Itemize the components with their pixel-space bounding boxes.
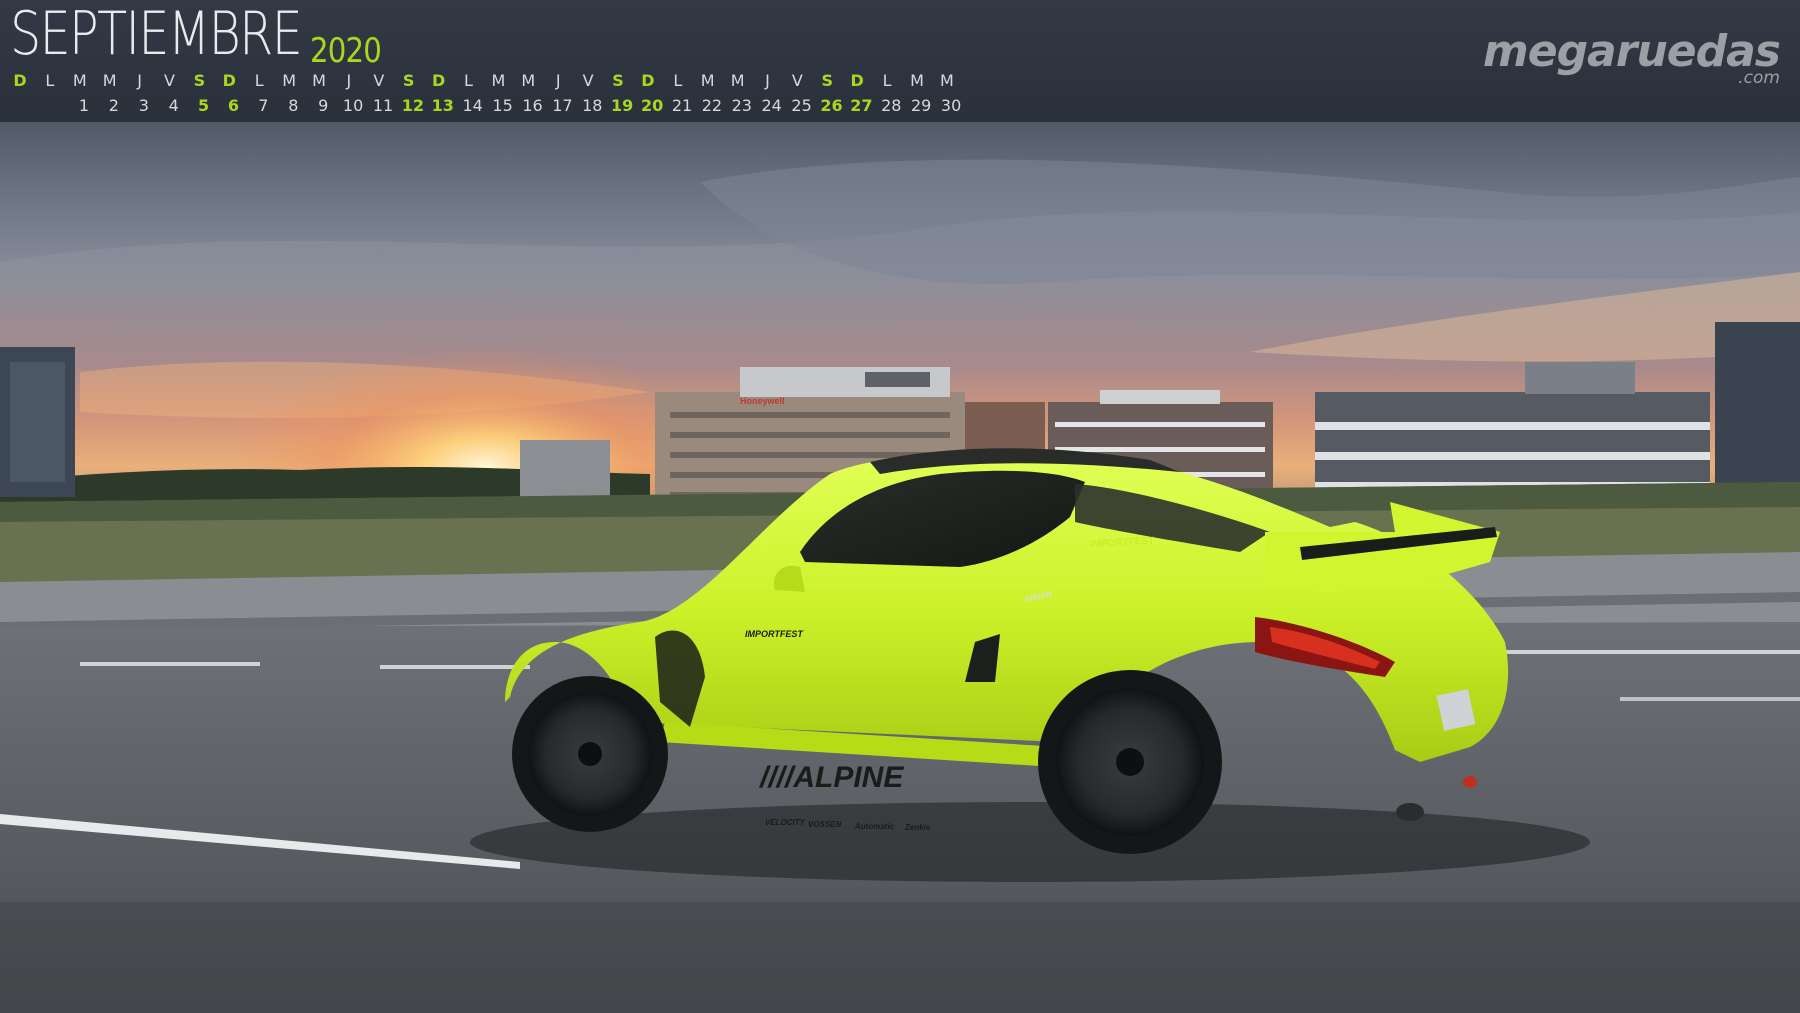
weekday-letter: L (45, 71, 55, 90)
lane-marking (1500, 650, 1800, 654)
weekday-letter: L (464, 71, 473, 90)
weekday-letter: L (673, 71, 683, 90)
weekday-letter: J (346, 71, 352, 90)
calendar-day: 29 (911, 96, 932, 115)
calendar-day: 9 (318, 96, 329, 115)
calendar-day: 25 (791, 96, 812, 115)
calendar-day: 14 (462, 96, 483, 115)
weekday-letter: S (402, 71, 415, 90)
calendar-day: 26 (820, 96, 843, 115)
weekday-letter: V (373, 71, 385, 90)
weekday-letter: M (312, 71, 326, 90)
car-photo: Honeywell ////ALPINE IMPORTFEST ADVAN IM… (0, 122, 1800, 1013)
calendar-day: 7 (258, 96, 269, 115)
calendar-day: 13 (431, 96, 454, 115)
sponsor-decal-door: IMPORTFEST (745, 629, 804, 639)
calendar-day: 15 (492, 96, 513, 115)
weekday-letter: D (641, 71, 655, 90)
lane-marking (380, 665, 530, 669)
weekday-letter: M (491, 71, 506, 90)
weekday-letter: D (222, 71, 236, 90)
calendar-day: 20 (640, 96, 664, 115)
weekday-letter: J (137, 71, 142, 90)
calendar-day: 16 (522, 96, 543, 115)
weekday-letter: J (555, 71, 561, 90)
calendar-day: 24 (761, 96, 782, 115)
building-sign: Honeywell (740, 396, 785, 406)
calendar-day: 12 (401, 96, 425, 115)
calendar-day: 22 (701, 96, 723, 115)
calendar-day: 21 (671, 96, 693, 115)
weekday-letter: M (282, 71, 296, 90)
building-left (0, 347, 75, 497)
weekday-letter: S (193, 71, 206, 90)
weekday-letter: M (730, 71, 745, 90)
calendar-day: 3 (138, 96, 149, 115)
lane-marking (1620, 697, 1800, 701)
calendar-day: 23 (731, 96, 752, 115)
exhaust-tip (1396, 803, 1424, 821)
weekday-letter: V (582, 71, 594, 90)
weekday-letter: M (910, 71, 924, 90)
calendar-day: 4 (168, 96, 179, 115)
calendar-day: 28 (881, 96, 902, 115)
calendar-day: 17 (552, 96, 573, 115)
weekday-letter: M (521, 71, 536, 90)
car-photo-scene: Honeywell ////ALPINE IMPORTFEST ADVAN IM… (0, 122, 1800, 1013)
weekday-letter: M (939, 71, 954, 90)
weekday-letter: S (612, 71, 624, 90)
weekday-letter: D (13, 71, 27, 90)
brand-logo: megaruedas .com (1482, 26, 1781, 87)
rear-fog-light (1463, 776, 1477, 788)
calendar-day: 5 (198, 96, 210, 115)
calendar-day: 2 (108, 96, 119, 115)
calendar-day: 19 (611, 96, 634, 115)
calendar-day: 30 (940, 96, 962, 115)
skirt-decal: VELOCITY (765, 818, 806, 827)
calendar-day: 1 (78, 96, 90, 115)
rear-wheel (1038, 670, 1222, 854)
calendar-day: 27 (850, 96, 873, 115)
weekday-letter: V (164, 71, 175, 90)
weekday-letter: V (791, 71, 803, 90)
weekday-letter: L (254, 71, 264, 90)
weekday-letter: M (700, 71, 715, 90)
weekday-letter: M (72, 71, 87, 90)
front-wheel (512, 676, 668, 832)
road-shadow (0, 902, 1800, 1013)
calendar-wallpaper: SEPTIEMBRE 2020 DLMMJVSDLMMJVSDLMMJVSDLM… (0, 0, 1800, 1013)
brand-name: megaruedas (1482, 26, 1781, 77)
weekday-letter: L (882, 71, 892, 90)
calendar-day: 10 (342, 96, 364, 115)
calendar-day: 8 (288, 96, 299, 115)
weekday-letter: D (431, 71, 446, 90)
skirt-decal: Automatic (854, 822, 895, 831)
weekday-letter: J (765, 71, 770, 90)
calendar-day: 6 (227, 96, 240, 115)
skirt-decal: VOSSEN (808, 820, 842, 829)
lane-marking (80, 662, 260, 666)
calendar-day: 18 (582, 96, 603, 115)
sponsor-decal-main: ////ALPINE (758, 761, 904, 794)
calendar-day: 11 (372, 96, 394, 115)
weekday-letter: M (102, 71, 117, 90)
weekday-letter: D (850, 71, 864, 90)
weekday-letter: S (821, 71, 834, 90)
skirt-decal: Zenkis (904, 823, 931, 832)
